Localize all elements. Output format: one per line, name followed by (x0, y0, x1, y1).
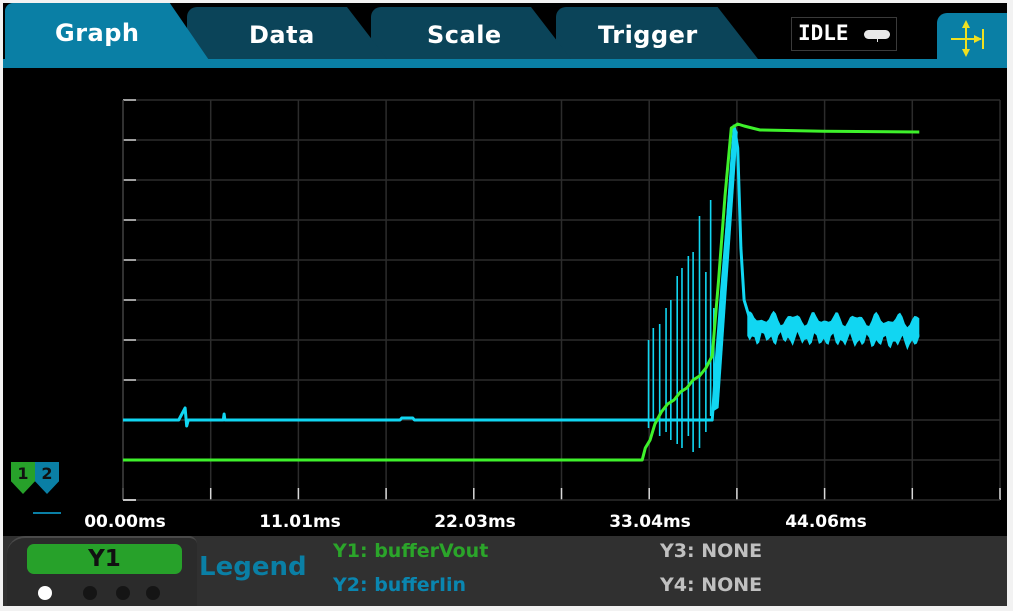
trigger-status-indicator[interactable]: IDLE (791, 17, 897, 51)
x-axis-label: 44.06ms (785, 512, 867, 532)
x-axis-label: 22.03ms (434, 512, 516, 532)
y-axis-button[interactable]: Y1 (27, 544, 182, 574)
graph-canvas[interactable] (3, 69, 1007, 509)
legend-entry-y1: Y1: bufferVout (333, 540, 489, 562)
legend-label: Legend (199, 552, 307, 582)
status-text: IDLE (798, 21, 849, 45)
tab-label: Data (249, 21, 315, 49)
legend-entry-y3: Y3: NONE (660, 540, 763, 562)
legend-entry-y2: Y2: bufferIin (333, 574, 467, 596)
page-dot[interactable] (146, 586, 160, 600)
x-axis-label: 00.00ms (84, 512, 166, 532)
pan-zoom-arrows-icon (951, 20, 984, 57)
tab-label: Trigger (598, 21, 698, 49)
active-marker-underline (33, 512, 61, 514)
page-dot-active[interactable] (38, 586, 52, 600)
tab-label: Graph (55, 19, 140, 47)
x-axis-label: 11.01ms (259, 512, 341, 532)
x-axis-label: 33.04ms (609, 512, 691, 532)
trace-y2-ramp-band (712, 124, 738, 412)
page-dot[interactable] (83, 586, 97, 600)
legend-entry-y4: Y4: NONE (660, 574, 763, 596)
tab-label: Scale (427, 21, 502, 49)
tab-scale[interactable]: Scale (371, 7, 571, 59)
graph-plot-area[interactable] (3, 69, 1007, 501)
instrument-screen: Trigger Scale Data Graph IDLE 00.00ms 11… (3, 3, 1007, 606)
tab-graph[interactable]: Graph (5, 3, 211, 63)
tab-trigger[interactable]: Trigger (556, 7, 758, 59)
trace-y2-noise-band (747, 310, 920, 351)
trace-y1-bufferVout (123, 122, 920, 462)
pill-indicator-icon (864, 30, 890, 42)
tab-bar: Trigger Scale Data Graph IDLE (3, 3, 1007, 69)
bottom-panel: Y1 Legend Y1: bufferVout Y2: bufferIin Y… (3, 536, 1007, 606)
trace-y2-bufferIin (123, 126, 920, 428)
page-dot[interactable] (116, 586, 130, 600)
tab-data[interactable]: Data (187, 7, 387, 59)
y-axis-selector[interactable]: Y1 (7, 536, 197, 606)
pan-zoom-button[interactable] (937, 13, 1007, 63)
